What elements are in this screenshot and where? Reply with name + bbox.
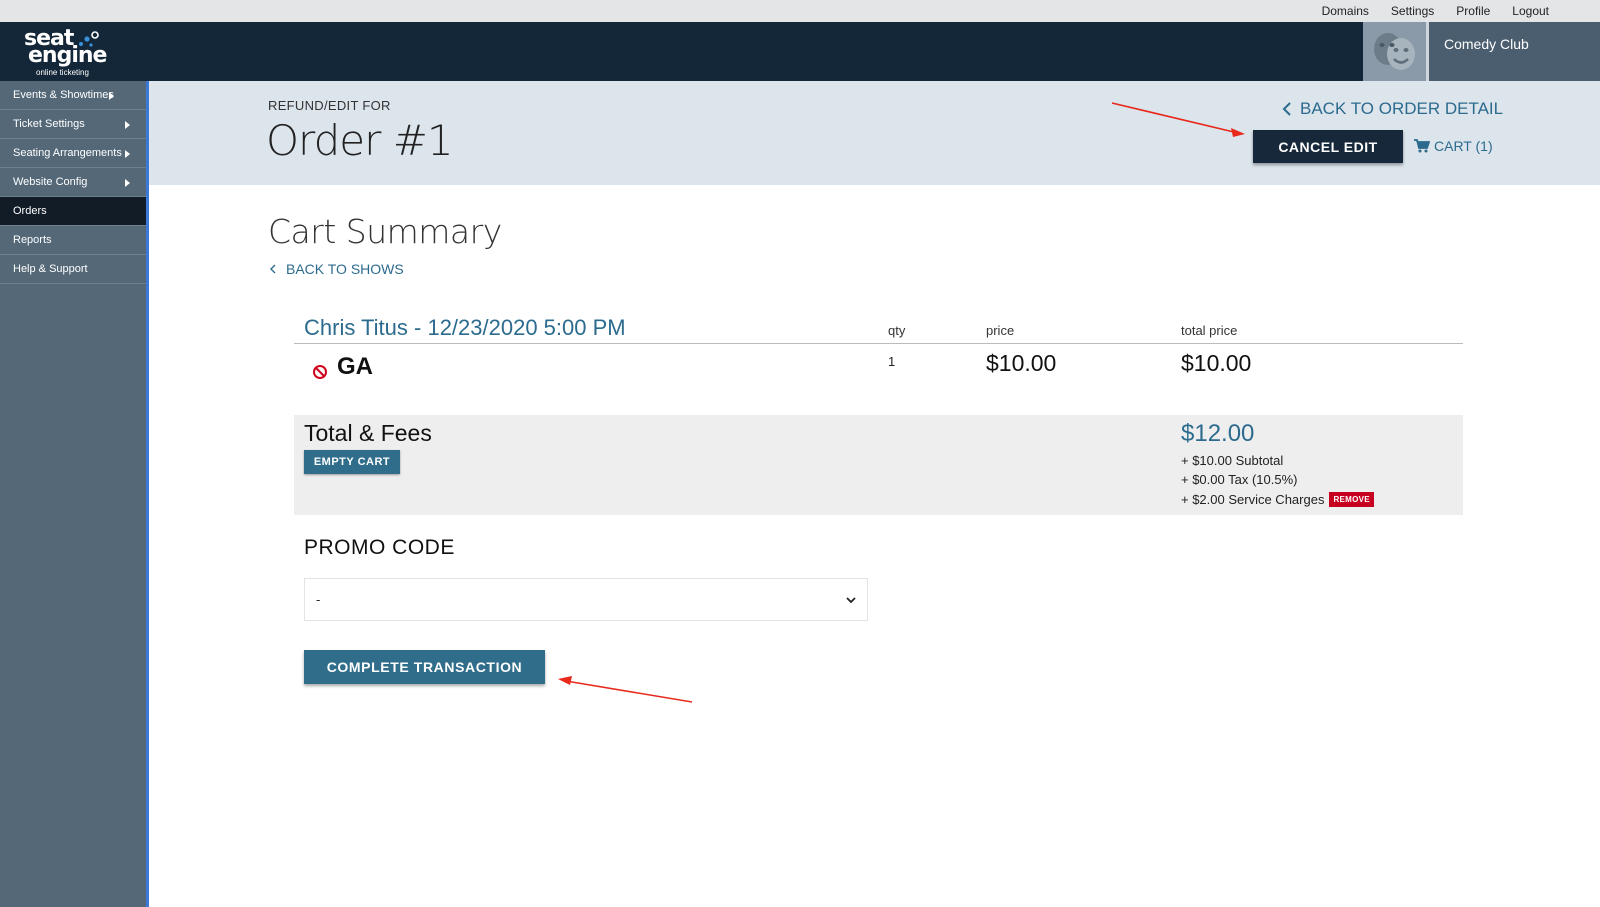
caret-right-icon — [109, 92, 114, 100]
sidebar-item-label: Orders — [13, 205, 47, 217]
service-charges-line: + $2.00 Service Charges REMOVE — [1181, 492, 1374, 507]
complete-transaction-button[interactable]: COMPLETE TRANSACTION — [304, 650, 545, 684]
remove-service-charges-button[interactable]: REMOVE — [1329, 492, 1374, 507]
promo-code-selected-value: - — [316, 592, 321, 607]
sidebar-item-ticket-settings[interactable]: Ticket Settings — [0, 110, 146, 139]
logo-tagline: online ticketing — [36, 68, 89, 77]
shopping-cart-icon — [1414, 139, 1430, 153]
cart-label: CART (1) — [1434, 138, 1493, 154]
sidebar: Events & Showtimes Ticket Settings Seati… — [0, 81, 149, 907]
back-to-shows-label: BACK TO SHOWS — [286, 261, 404, 277]
arrow-to-complete-transaction — [558, 676, 693, 703]
sidebar-item-seating-arrangements[interactable]: Seating Arrangements — [0, 139, 146, 168]
back-to-order-detail-label: BACK TO ORDER DETAIL — [1300, 99, 1504, 118]
table-divider — [294, 343, 1463, 344]
chevron-down-icon — [846, 597, 856, 604]
column-header-price: price — [986, 323, 1015, 338]
grand-total: $12.00 — [1181, 420, 1255, 447]
page-title: Order #1 — [266, 116, 454, 165]
logo-dots-icon — [79, 31, 99, 47]
chevron-left-icon — [1282, 102, 1291, 116]
promo-code-title: PROMO CODE — [304, 536, 455, 559]
back-to-order-detail-link[interactable]: BACK TO ORDER DETAIL — [1282, 99, 1503, 119]
sidebar-item-events-showtimes[interactable]: Events & Showtimes — [0, 81, 146, 110]
ticket-total-price: $10.00 — [1181, 350, 1252, 376]
refund-edit-label: REFUND/EDIT FOR — [268, 98, 391, 113]
totals-fees-title: Total & Fees — [304, 420, 432, 446]
ticket-type: GA — [337, 353, 373, 380]
ticket-price: $10.00 — [986, 350, 1057, 376]
caret-right-icon — [125, 150, 130, 158]
back-to-shows-link[interactable]: BACK TO SHOWS — [270, 261, 404, 277]
logout-link[interactable]: Logout — [1501, 4, 1560, 18]
sidebar-item-label: Help & Support — [13, 263, 88, 275]
venue-name: Comedy Club — [1444, 36, 1529, 52]
sidebar-item-orders[interactable]: Orders — [0, 197, 146, 226]
sidebar-item-help-support[interactable]: Help & Support — [0, 255, 146, 284]
sidebar-item-website-config[interactable]: Website Config — [0, 168, 146, 197]
show-name: Chris Titus - 12/23/2020 5:00 PM — [304, 315, 626, 340]
venue-avatar — [1363, 22, 1429, 81]
column-header-total-price: total price — [1181, 323, 1238, 338]
sidebar-item-label: Events & Showtimes — [13, 89, 114, 101]
top-links: Domains Settings Profile Logout — [1311, 0, 1560, 22]
caret-right-icon — [125, 121, 130, 129]
column-header-qty: qty — [888, 323, 906, 338]
sidebar-item-label: Website Config — [13, 176, 88, 188]
domains-link[interactable]: Domains — [1311, 4, 1380, 18]
settings-link[interactable]: Settings — [1380, 4, 1445, 18]
subtotal-line: + $10.00 Subtotal — [1181, 453, 1284, 468]
seat-engine-logo[interactable]: seat engine online ticketing — [24, 28, 107, 78]
sidebar-item-label: Reports — [13, 234, 52, 246]
sidebar-item-label: Ticket Settings — [13, 118, 85, 130]
sidebar-item-label: Seating Arrangements — [13, 147, 122, 159]
app-root: Domains Settings Profile Logout seat eng… — [0, 0, 1600, 907]
caret-right-icon — [125, 179, 130, 187]
cart-summary-title: Cart Summary — [268, 212, 502, 251]
profile-link[interactable]: Profile — [1445, 4, 1501, 18]
tax-line: + $0.00 Tax (10.5%) — [1181, 472, 1298, 487]
theater-masks-icon — [1373, 32, 1415, 70]
service-charges-label: + $2.00 Service Charges — [1181, 492, 1325, 507]
sidebar-item-reports[interactable]: Reports — [0, 226, 146, 255]
cart-link[interactable]: CART (1) — [1414, 138, 1493, 154]
app-header: seat engine online ticketing Comedy Club — [0, 22, 1600, 81]
promo-code-select[interactable]: - — [304, 578, 868, 621]
remove-ticket-icon[interactable] — [312, 364, 328, 380]
chevron-left-icon — [270, 264, 276, 274]
cancel-edit-button[interactable]: CANCEL EDIT — [1253, 130, 1403, 163]
ticket-qty: 1 — [888, 354, 896, 369]
venue-switcher[interactable]: Comedy Club — [1363, 22, 1600, 81]
top-utility-bar: Domains Settings Profile Logout — [0, 0, 1600, 22]
empty-cart-button[interactable]: EMPTY CART — [304, 450, 400, 474]
